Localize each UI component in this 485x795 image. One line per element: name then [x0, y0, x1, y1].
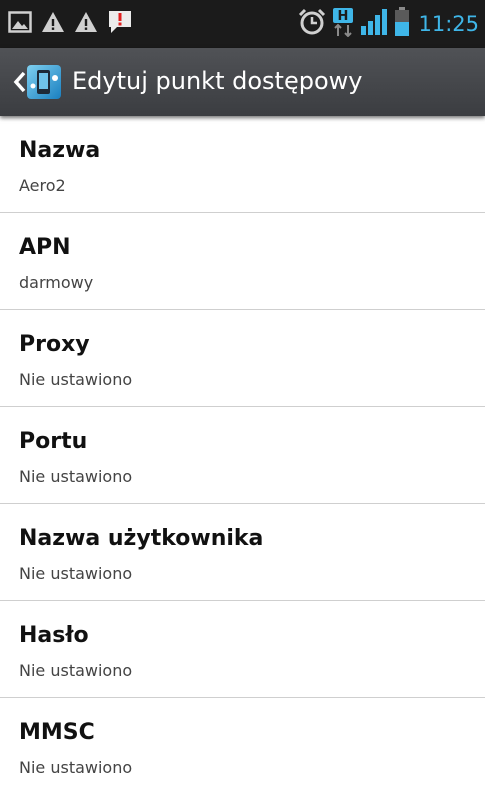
- image-icon: [8, 11, 32, 37]
- setting-title: MMSC: [19, 720, 95, 745]
- setting-title: Nazwa użytkownika: [19, 526, 264, 551]
- setting-value: Nie ustawiono: [19, 370, 133, 389]
- clock-time: 11:25: [418, 12, 479, 36]
- setting-proxy[interactable]: Proxy Nie ustawiono: [0, 310, 485, 407]
- system-icons: H 11:25: [298, 7, 479, 41]
- notification-icons: [8, 8, 133, 40]
- phone-settings-icon[interactable]: [24, 62, 64, 102]
- setting-title: Nazwa: [19, 138, 101, 163]
- alarm-clock-icon: [298, 8, 326, 40]
- setting-title: Proxy: [19, 332, 90, 357]
- status-bar: H 11:25: [0, 0, 485, 48]
- setting-password[interactable]: Hasło Nie ustawiono: [0, 601, 485, 698]
- setting-title: Hasło: [19, 623, 89, 648]
- setting-username[interactable]: Nazwa użytkownika Nie ustawiono: [0, 504, 485, 601]
- warning-icon: [41, 11, 65, 37]
- setting-title: APN: [19, 235, 71, 260]
- hspa-data-icon: H: [332, 7, 354, 41]
- setting-mmsc[interactable]: MMSC Nie ustawiono: [0, 698, 485, 795]
- setting-value: Nie ustawiono: [19, 758, 133, 777]
- apn-settings-list: Nazwa Aero2 APN darmowy Proxy Nie ustawi…: [0, 116, 485, 795]
- action-bar: Edytuj punkt dostępowy: [0, 48, 485, 116]
- signal-strength-icon: [360, 8, 388, 40]
- setting-value: Aero2: [19, 176, 66, 195]
- setting-value: Nie ustawiono: [19, 564, 133, 583]
- setting-apn[interactable]: APN darmowy: [0, 213, 485, 310]
- svg-text:H: H: [338, 9, 349, 24]
- setting-value: Nie ustawiono: [19, 467, 133, 486]
- warning-icon: [74, 11, 98, 37]
- setting-value: darmowy: [19, 273, 94, 292]
- battery-icon: [394, 7, 410, 41]
- page-title: Edytuj punkt dostępowy: [72, 67, 363, 95]
- setting-port[interactable]: Portu Nie ustawiono: [0, 407, 485, 504]
- setting-value: Nie ustawiono: [19, 661, 133, 680]
- message-alert-icon: [107, 9, 133, 39]
- setting-title: Portu: [19, 429, 88, 454]
- setting-name[interactable]: Nazwa Aero2: [0, 116, 485, 213]
